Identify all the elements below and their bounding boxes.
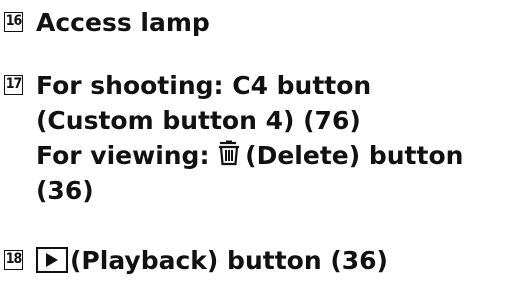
item-line-2: (Custom button 4) (76): [36, 106, 361, 135]
item-line-3: For viewing: (Delete) button: [36, 138, 463, 173]
item-line-3-prefix: For viewing:: [36, 141, 219, 170]
play-icon: [36, 247, 68, 273]
item-number-badge: 16: [4, 12, 23, 32]
item-text: (Playback) button (36): [70, 246, 388, 275]
trash-icon: [216, 140, 242, 175]
item-number-badge: 18: [4, 250, 23, 270]
item-number-badge: 17: [4, 75, 23, 95]
item-text: Access lamp: [36, 8, 210, 37]
item-line-3-suffix: (Delete) button: [245, 141, 464, 170]
item-line-1: For shooting: C4 button: [36, 71, 372, 100]
item-line-4: (36): [36, 176, 94, 205]
